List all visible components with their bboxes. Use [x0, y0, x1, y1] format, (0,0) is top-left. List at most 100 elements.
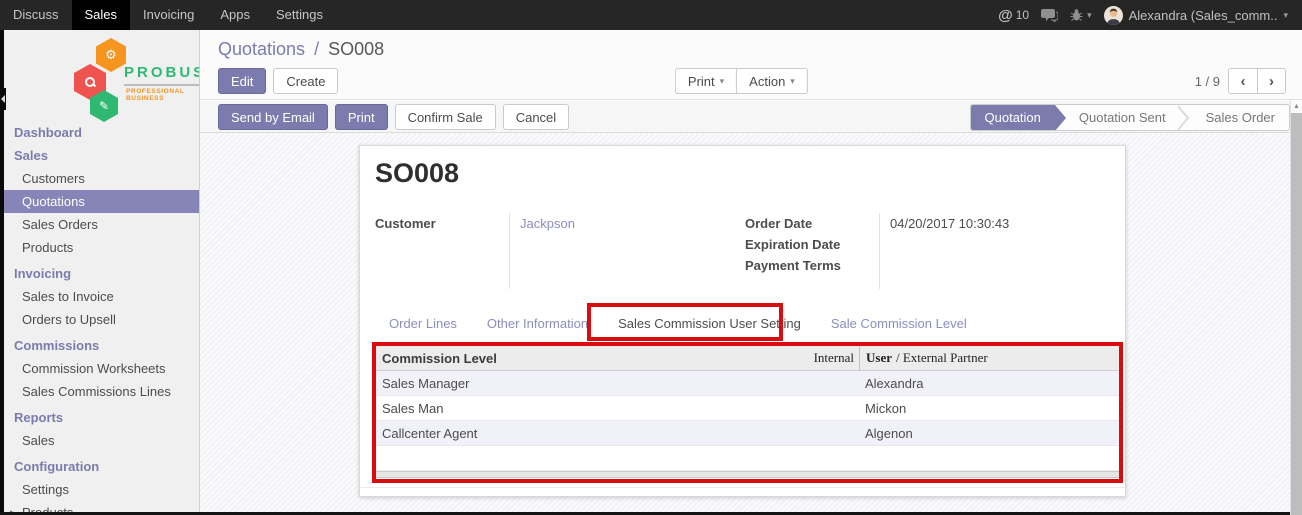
expiration-date-label: Expiration Date [745, 237, 841, 252]
caret-down-icon: ▾ [790, 75, 795, 86]
sidebar-item-sales-commissions-lines[interactable]: Sales Commissions Lines [4, 380, 199, 403]
sidebar-item-products[interactable]: Products [4, 236, 199, 259]
table-empty-row [376, 446, 1119, 471]
print-dropdown-button[interactable]: Print ▾ [674, 68, 737, 94]
sidebar-item-label: Sales [22, 433, 55, 448]
create-button[interactable]: Create [273, 68, 339, 94]
magnifier-icon [85, 77, 95, 87]
action-dropdown-button[interactable]: Action ▾ [736, 68, 808, 94]
nav-item-settings[interactable]: Settings [263, 0, 336, 30]
user-name: Alexandra (Sales_comm.. [1128, 7, 1278, 23]
scroll-up-icon[interactable]: ▲ [1291, 100, 1302, 113]
table-row[interactable]: Sales Manager Alexandra [376, 371, 1119, 396]
content-area: SO008 Customer Jackpson Order Date Expir… [200, 133, 1290, 515]
state-quotation[interactable]: Quotation [970, 105, 1067, 130]
mentions-counter[interactable]: @ 10 [998, 7, 1029, 24]
sidebar-item-label: Products [22, 505, 73, 512]
table-horizontal-scrollbar[interactable] [376, 471, 1119, 478]
sidebar-item-label: Products [22, 240, 74, 255]
payment-terms-label: Payment Terms [745, 258, 841, 273]
sheet-divider [360, 487, 1125, 488]
sidebar-collapse-handle[interactable] [0, 88, 6, 110]
statusbar: Quotation Quotation Sent Sales Order [969, 104, 1290, 131]
table-row[interactable]: Sales Man Mickon [376, 396, 1119, 421]
caret-down-icon: ▾ [1283, 9, 1288, 20]
cell-commission-level: Sales Manager [382, 375, 470, 391]
sidebar-item-commission-worksheets[interactable]: Commission Worksheets [4, 357, 199, 380]
window-left-edge [0, 30, 6, 515]
cell-user: Mickon [865, 400, 907, 416]
customer-field-value[interactable]: Jackpson [520, 213, 715, 234]
print-label: Print [687, 73, 715, 89]
pager-previous-button[interactable]: ‹ [1228, 68, 1257, 94]
sidebar-heading-configuration[interactable]: Configuration [4, 455, 199, 478]
print-button[interactable]: Print [334, 104, 388, 130]
sidebar-heading-sales[interactable]: Sales [4, 144, 199, 167]
action-label: Action [749, 73, 786, 89]
state-quotation-sent[interactable]: Quotation Sent [1055, 105, 1180, 130]
vertical-scrollbar[interactable]: ▲ [1290, 100, 1302, 515]
sidebar-item-label: Quotations [22, 194, 85, 209]
breadcrumb-separator: / [314, 39, 320, 59]
field-group-dates: Order Date Expiration Date Payment Terms… [745, 213, 1115, 289]
sidebar-item-label: Orders to Upsell [22, 312, 116, 327]
payment-terms-value [890, 255, 1115, 276]
table-row[interactable]: Callcenter Agent Algenon [376, 421, 1119, 446]
breadcrumb: Quotations / SO008 [218, 39, 384, 60]
nav-item-invoicing[interactable]: Invoicing [130, 0, 207, 30]
scrollbar-thumb[interactable] [1291, 113, 1302, 515]
cell-user: Algenon [865, 425, 913, 441]
sidebar-item-customers[interactable]: Customers [4, 167, 199, 190]
messages-icon[interactable] [1041, 8, 1059, 22]
cell-user: Alexandra [865, 375, 924, 391]
order-date-value: 04/20/2017 10:30:43 [890, 216, 1010, 231]
caret-down-icon: ▾ [719, 75, 725, 86]
sidebar-item-sales-report[interactable]: Sales [4, 429, 199, 452]
pager-value: 1 / 9 [1194, 73, 1220, 89]
breadcrumb-quotations-link[interactable]: Quotations [218, 39, 305, 59]
sidebar-heading-dashboard[interactable]: Dashboard [4, 121, 199, 144]
confirm-sale-button[interactable]: Confirm Sale [394, 104, 496, 130]
col-header-user: User [866, 350, 892, 365]
breadcrumb-current: SO008 [328, 39, 385, 59]
page-title: SO008 [375, 158, 460, 188]
sidebar: ⚙ ✎ PROBUSE PROFESSIONAL BUSINESS Dashbo… [4, 30, 200, 512]
cell-commission-level: Callcenter Agent [382, 425, 478, 441]
mention-count: 10 [1015, 8, 1030, 22]
state-sales-order[interactable]: Sales Order [1192, 105, 1289, 130]
caret-down-icon: ▾ [1087, 9, 1092, 20]
sidebar-item-label: Settings [22, 482, 69, 497]
sidebar-heading-invoicing[interactable]: Invoicing [4, 262, 199, 285]
pager: 1 / 9 ‹ › [1195, 68, 1286, 94]
nav-item-discuss[interactable]: Discuss [0, 0, 72, 30]
sidebar-item-sales-orders[interactable]: Sales Orders [4, 213, 199, 236]
sidebar-item-settings[interactable]: Settings [4, 478, 199, 501]
brand-name: PROBUSE [124, 64, 199, 86]
user-menu[interactable]: Alexandra (Sales_comm.. ▾ [1103, 5, 1288, 25]
state-separator-chevron [1175, 105, 1192, 130]
nav-item-apps[interactable]: Apps [207, 0, 263, 30]
sidebar-item-quotations[interactable]: Quotations [4, 190, 199, 213]
edit-button[interactable]: Edit [218, 68, 267, 94]
brand-tagline: PROFESSIONAL BUSINESS [126, 88, 185, 102]
sidebar-heading-commissions[interactable]: Commissions [4, 334, 199, 357]
send-by-email-button[interactable]: Send by Email [218, 104, 328, 130]
at-icon: @ [998, 6, 1013, 24]
tab-order-lines[interactable]: Order Lines [374, 308, 472, 341]
sidebar-item-products-config[interactable]: ▸Products [4, 501, 199, 512]
debug-bug-icon[interactable]: ▾ [1070, 8, 1092, 22]
tab-other-information[interactable]: Other Information [472, 308, 603, 341]
sidebar-item-label: Commission Worksheets [22, 361, 166, 376]
logo-gear-hexagon-icon: ⚙ [96, 38, 126, 72]
nav-item-sales[interactable]: Sales [71, 0, 131, 30]
tab-sale-commission-level[interactable]: Sale Commission Level [816, 308, 982, 341]
avatar [1103, 5, 1123, 25]
sidebar-item-sales-to-invoice[interactable]: Sales to Invoice [4, 285, 199, 308]
cancel-button[interactable]: Cancel [502, 104, 570, 130]
commission-table: Commission Level Internal User / Externa… [376, 346, 1119, 479]
pager-next-button[interactable]: › [1257, 68, 1286, 94]
expiration-date-value [890, 234, 1115, 255]
sidebar-item-orders-to-upsell[interactable]: Orders to Upsell [4, 308, 199, 331]
tab-sales-commission-user-setting[interactable]: Sales Commission User Setting [603, 308, 816, 341]
sidebar-heading-reports[interactable]: Reports [4, 406, 199, 429]
